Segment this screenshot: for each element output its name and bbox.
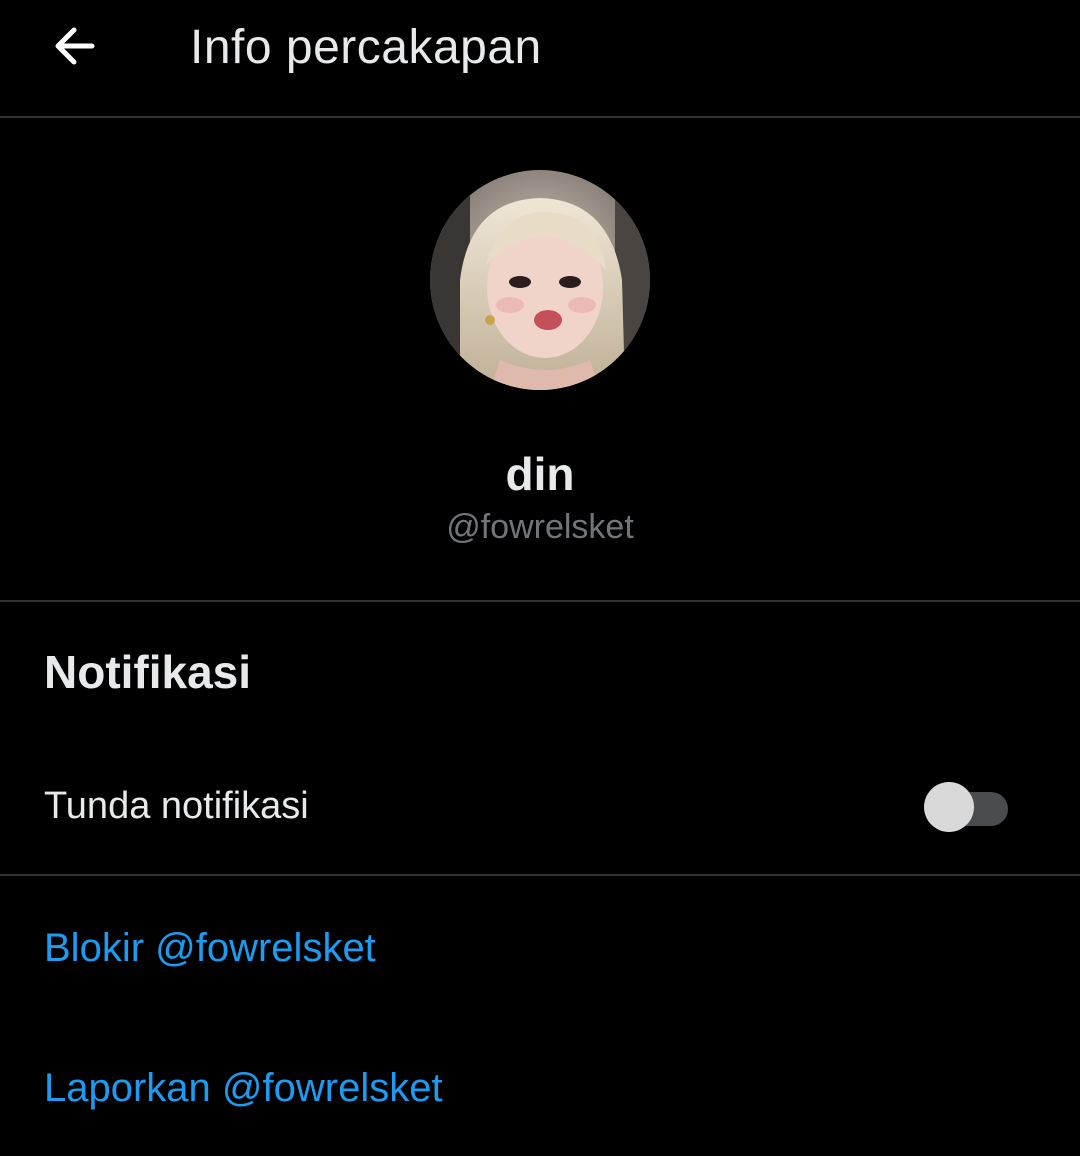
notifications-section-title: Notifikasi — [44, 646, 252, 698]
snooze-notifications-row[interactable]: Tunda notifikasi — [0, 738, 1080, 876]
toggle-thumb — [924, 782, 974, 832]
page-title: Info percakapan — [190, 21, 542, 74]
avatar-image — [430, 170, 650, 390]
top-app-bar: Info percakapan — [0, 0, 1080, 118]
avatar[interactable] — [430, 170, 650, 390]
username-handle: @fowrelsket — [446, 508, 634, 546]
snooze-notifications-toggle[interactable] — [924, 780, 1010, 832]
report-user-link[interactable]: Laporkan @fowrelsket — [44, 1058, 443, 1118]
block-user-link[interactable]: Blokir @fowrelsket — [44, 918, 376, 978]
profile-section: din @fowrelsket — [0, 118, 1080, 602]
back-button[interactable] — [44, 16, 104, 76]
display-name: din — [505, 448, 575, 500]
back-arrow-icon — [55, 27, 95, 65]
snooze-notifications-label: Tunda notifikasi — [44, 785, 309, 827]
